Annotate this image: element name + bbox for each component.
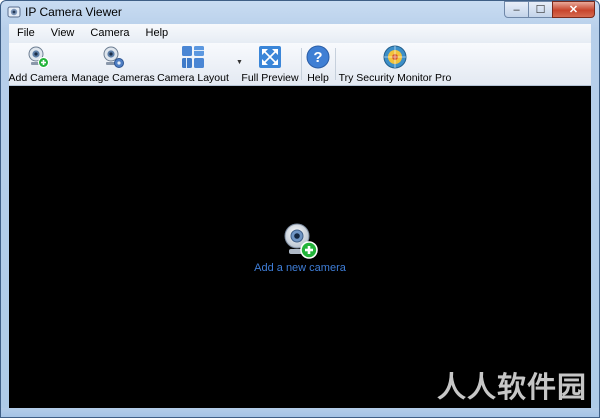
security-monitor-pro-icon bbox=[383, 45, 407, 69]
grid-layout-icon bbox=[182, 46, 204, 68]
help-question-icon: ? bbox=[306, 45, 330, 69]
window-controls: – ☐ ✕ bbox=[504, 1, 595, 18]
window-title: IP Camera Viewer bbox=[25, 5, 122, 19]
manage-cameras-label: Manage Cameras bbox=[71, 72, 155, 84]
full-preview-button[interactable]: Full Preview bbox=[241, 43, 299, 85]
minimize-button[interactable]: – bbox=[504, 1, 529, 18]
help-label: Help bbox=[307, 72, 329, 84]
toolbar: Add Camera Manage Cameras Camera Layout … bbox=[9, 43, 591, 86]
try-pro-label: Try Security Monitor Pro bbox=[338, 72, 452, 84]
add-camera-label: Add Camera bbox=[8, 72, 68, 84]
maximize-button[interactable]: ☐ bbox=[528, 1, 553, 18]
menu-bar: File View Camera Help bbox=[9, 24, 591, 44]
camera-viewport[interactable]: Add a new camera 人人软件园 bbox=[9, 86, 591, 410]
app-camera-icon bbox=[7, 6, 21, 18]
menu-help[interactable]: Help bbox=[138, 24, 177, 43]
svg-text:?: ? bbox=[313, 49, 322, 66]
webcam-settings-icon bbox=[103, 46, 124, 68]
menu-file[interactable]: File bbox=[9, 24, 43, 43]
try-security-monitor-pro-button[interactable]: Try Security Monitor Pro bbox=[339, 43, 451, 85]
camera-layout-label: Camera Layout bbox=[157, 72, 229, 84]
toolbar-separator bbox=[301, 48, 302, 80]
watermark-text: 人人软件园 bbox=[436, 370, 587, 404]
close-button[interactable]: ✕ bbox=[552, 1, 595, 18]
webcam-add-icon bbox=[28, 46, 49, 68]
window-bottom-border bbox=[1, 408, 599, 417]
camera-layout-button[interactable]: Camera Layout bbox=[157, 43, 229, 85]
full-preview-label: Full Preview bbox=[241, 72, 299, 84]
webcam-add-icon[interactable] bbox=[281, 222, 319, 260]
title-bar[interactable]: IP Camera Viewer – ☐ ✕ bbox=[1, 1, 599, 23]
manage-cameras-button[interactable]: Manage Cameras bbox=[71, 43, 155, 85]
fullscreen-expand-icon bbox=[259, 46, 281, 68]
menu-camera[interactable]: Camera bbox=[82, 24, 137, 43]
help-button[interactable]: ? Help bbox=[303, 43, 333, 85]
add-new-camera-link[interactable]: Add a new camera bbox=[9, 262, 591, 274]
app-window: IP Camera Viewer – ☐ ✕ File View Camera … bbox=[0, 0, 600, 418]
menu-view[interactable]: View bbox=[43, 24, 83, 43]
toolbar-separator bbox=[335, 48, 336, 80]
add-camera-button[interactable]: Add Camera bbox=[9, 43, 67, 85]
